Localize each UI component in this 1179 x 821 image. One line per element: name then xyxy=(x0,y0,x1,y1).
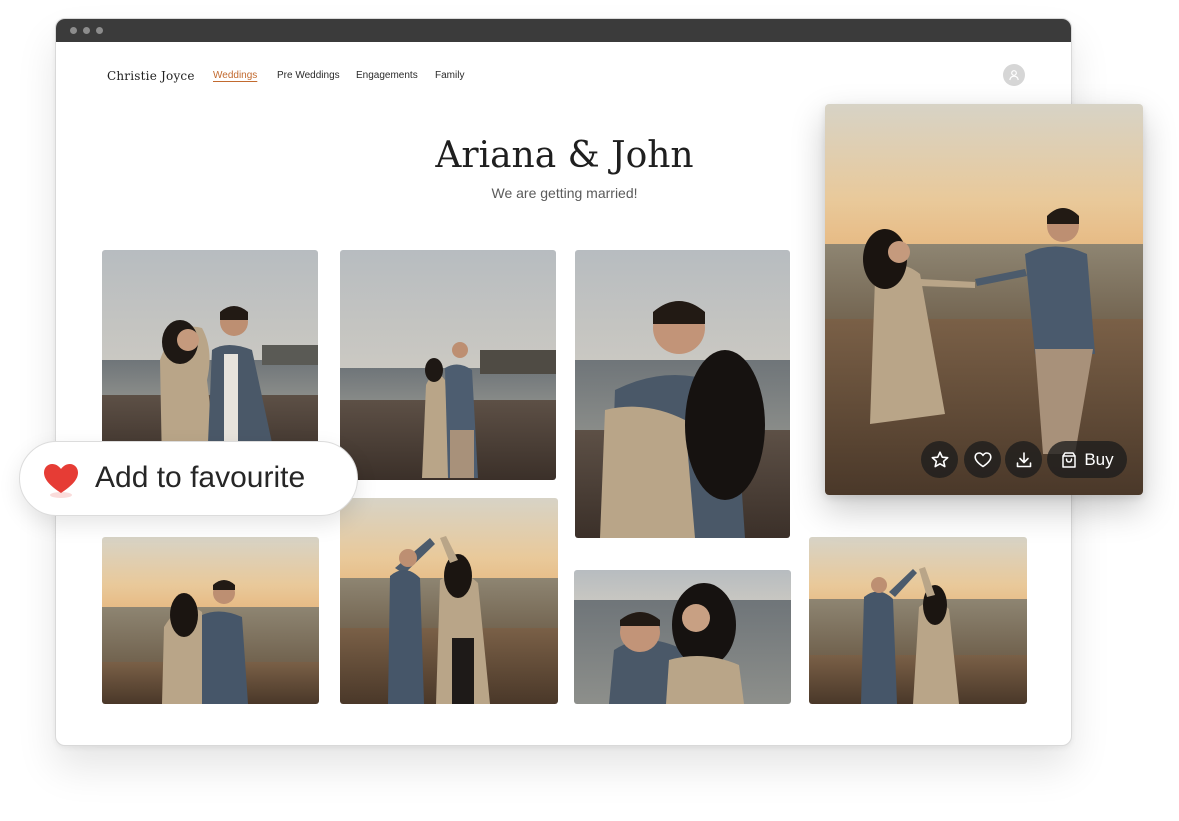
heart-icon xyxy=(44,464,78,498)
heart-outline-icon xyxy=(973,451,992,467)
preview-photo xyxy=(825,104,1143,495)
star-icon xyxy=(931,450,948,467)
gallery-photo[interactable] xyxy=(574,570,791,704)
nav-family[interactable]: Family xyxy=(435,70,464,81)
add-to-favourite-button[interactable]: Add to favourite xyxy=(19,441,358,516)
gallery-photo[interactable] xyxy=(340,498,558,704)
photo-preview-card[interactable]: Buy xyxy=(825,104,1143,495)
window-close-dot[interactable] xyxy=(70,27,77,34)
favorite-star-button[interactable] xyxy=(921,441,958,478)
gallery-photo[interactable] xyxy=(340,250,556,480)
shopping-bag-icon xyxy=(1062,451,1077,468)
buy-label: Buy xyxy=(1084,449,1114,469)
nav-pre-weddings[interactable]: Pre Weddings xyxy=(277,70,340,81)
window-minimize-dot[interactable] xyxy=(83,27,90,34)
gallery-photo[interactable] xyxy=(575,250,790,538)
window-maximize-dot[interactable] xyxy=(96,27,103,34)
nav-engagements[interactable]: Engagements xyxy=(356,70,418,81)
brand-logo[interactable]: Christie Joyce xyxy=(107,69,195,83)
user-icon xyxy=(1009,70,1019,81)
gallery-photo[interactable] xyxy=(102,250,318,466)
add-to-favourite-label: Add to favourite xyxy=(95,461,306,494)
nav-weddings[interactable]: Weddings xyxy=(213,70,257,81)
download-button[interactable] xyxy=(1005,441,1042,478)
user-avatar[interactable] xyxy=(1003,64,1025,86)
gallery-photo[interactable] xyxy=(102,537,319,704)
buy-button[interactable]: Buy xyxy=(1047,441,1127,478)
browser-titlebar xyxy=(56,19,1071,42)
gallery-photo[interactable] xyxy=(809,537,1027,704)
like-button[interactable] xyxy=(964,441,1001,478)
download-icon xyxy=(1016,451,1031,467)
